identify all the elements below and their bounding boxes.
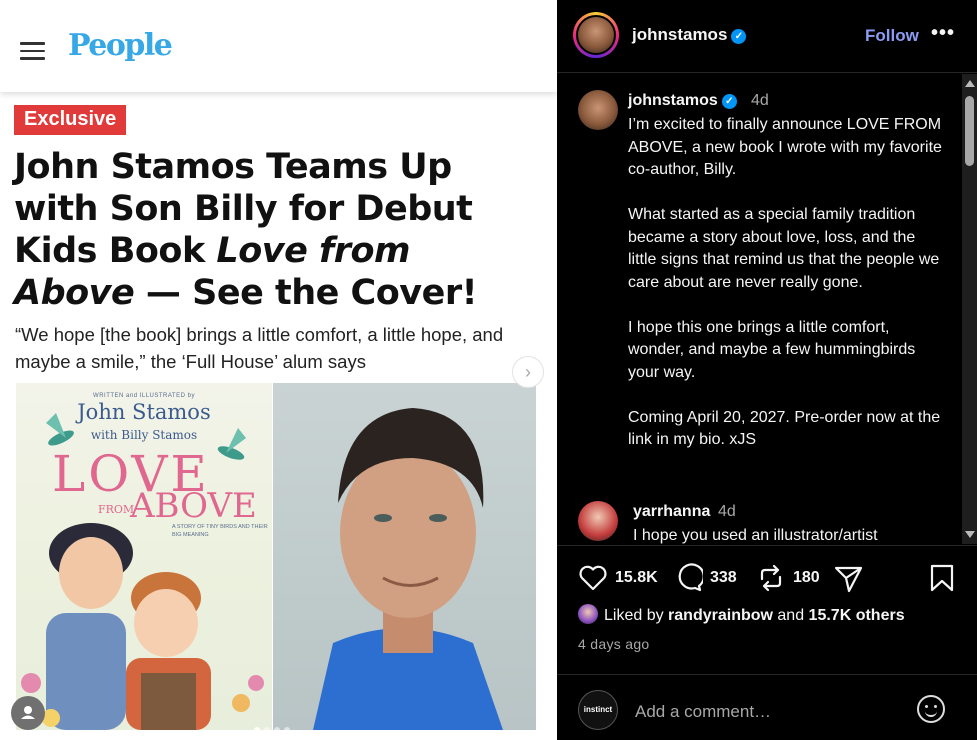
repost-button[interactable]: 180 xyxy=(756,563,836,593)
save-button[interactable] xyxy=(929,563,955,593)
header-avatar[interactable] xyxy=(573,12,619,58)
liked-by-and: and xyxy=(772,607,809,624)
liked-by-others-link[interactable]: 15.7K others xyxy=(809,607,905,624)
caption-paragraph: What started as a special family traditi… xyxy=(628,206,940,291)
gallery-dot[interactable] xyxy=(284,727,290,733)
menu-icon[interactable] xyxy=(20,42,45,60)
liker-avatar[interactable] xyxy=(578,604,598,624)
current-user-avatar[interactable]: instinct xyxy=(578,690,618,730)
post-header: johnstamos ✓ Follow ••• xyxy=(557,0,977,73)
liked-by-user-link[interactable]: randyrainbow xyxy=(668,607,773,624)
more-options-icon[interactable]: ••• xyxy=(931,22,955,45)
add-comment-bar: instinct Add a comment… xyxy=(557,674,977,740)
exclusive-badge: Exclusive xyxy=(14,105,127,135)
scroll-down-arrow[interactable] xyxy=(965,531,975,538)
repost-icon xyxy=(760,564,782,592)
caption-avatar[interactable] xyxy=(578,90,618,130)
header-username[interactable]: johnstamos ✓ xyxy=(632,25,747,45)
comments-scrollbar[interactable] xyxy=(962,74,977,544)
comment-text: I hope you used an illustrator/artist xyxy=(633,527,878,544)
article-headline: John Stamos Teams Up with Son Billy for … xyxy=(14,146,534,314)
caption-username-text: johnstamos xyxy=(628,92,718,109)
gallery-dot[interactable] xyxy=(264,727,270,733)
send-icon xyxy=(834,566,863,593)
like-count: 15.8K xyxy=(615,569,658,586)
scroll-thumb[interactable] xyxy=(965,96,974,166)
caption-paragraph: I’m excited to finally announce LOVE FRO… xyxy=(628,116,942,178)
comment-count: 338 xyxy=(710,569,737,586)
post-actions: 15.8K 338 180 Liked by randyrainbow and … xyxy=(557,545,977,740)
gallery-dots xyxy=(254,720,294,738)
verified-icon: ✓ xyxy=(731,29,747,44)
bookmark-icon xyxy=(930,564,954,592)
article-gallery[interactable]: WRITTEN and ILLUSTRATED by John Stamos w… xyxy=(16,383,536,730)
header-username-text: johnstamos xyxy=(632,25,728,44)
instagram-post-panel: johnstamos ✓ Follow ••• johnstamos ✓ 4d I’… xyxy=(557,0,977,740)
follow-button[interactable]: Follow xyxy=(865,26,919,46)
people-logo[interactable]: People xyxy=(68,28,173,63)
headline-text-end: — See the Cover! xyxy=(134,273,478,313)
verified-icon: ✓ xyxy=(721,94,737,109)
post-timestamp[interactable]: 4 days ago xyxy=(578,636,650,652)
caption-paragraph: I hope this one brings a little comfort,… xyxy=(628,318,916,381)
liked-by-line: Liked by randyrainbow and 15.7K others xyxy=(578,604,905,625)
john-stamos-portrait xyxy=(273,383,536,730)
gallery-next-button[interactable]: › xyxy=(512,356,544,388)
comment-icon xyxy=(678,563,703,592)
post-caption: I’m excited to finally announce LOVE FRO… xyxy=(628,114,948,474)
account-icon[interactable] xyxy=(11,696,45,730)
people-topbar: People xyxy=(0,0,557,92)
caption-username[interactable]: johnstamos ✓ xyxy=(628,92,737,110)
repost-count: 180 xyxy=(793,569,820,586)
person-glyph xyxy=(21,706,35,719)
article-dek: “We hope [the book] brings a little comf… xyxy=(15,324,504,372)
portrait-illustration xyxy=(313,408,503,730)
comment-timestamp[interactable]: 4d xyxy=(718,503,736,521)
gallery-dot[interactable] xyxy=(274,727,280,733)
caption-timestamp[interactable]: 4d xyxy=(751,92,769,110)
comment-button[interactable]: 338 xyxy=(673,563,753,593)
comment-username[interactable]: yarrhanna xyxy=(633,503,710,521)
people-article: People Exclusive John Stamos Teams Up wi… xyxy=(0,0,557,740)
comments-scroll-area[interactable]: johnstamos ✓ 4d I’m excited to finally an… xyxy=(557,74,962,544)
like-button[interactable]: 15.8K xyxy=(578,563,668,593)
caption-paragraph: Coming April 20, 2027. Pre-order now at … xyxy=(628,408,941,449)
book-cover-image: WRITTEN and ILLUSTRATED by John Stamos w… xyxy=(16,383,272,730)
emoji-icon[interactable] xyxy=(917,695,945,723)
liked-by-prefix: Liked by xyxy=(604,607,669,624)
heart-icon xyxy=(579,565,607,591)
gallery-dot-active[interactable] xyxy=(254,727,260,733)
scroll-up-arrow[interactable] xyxy=(965,80,975,87)
commenter-avatar[interactable] xyxy=(578,501,618,541)
book-cover-illustration xyxy=(21,413,264,730)
comment-input[interactable]: Add a comment… xyxy=(635,702,771,722)
share-button[interactable] xyxy=(833,563,863,593)
